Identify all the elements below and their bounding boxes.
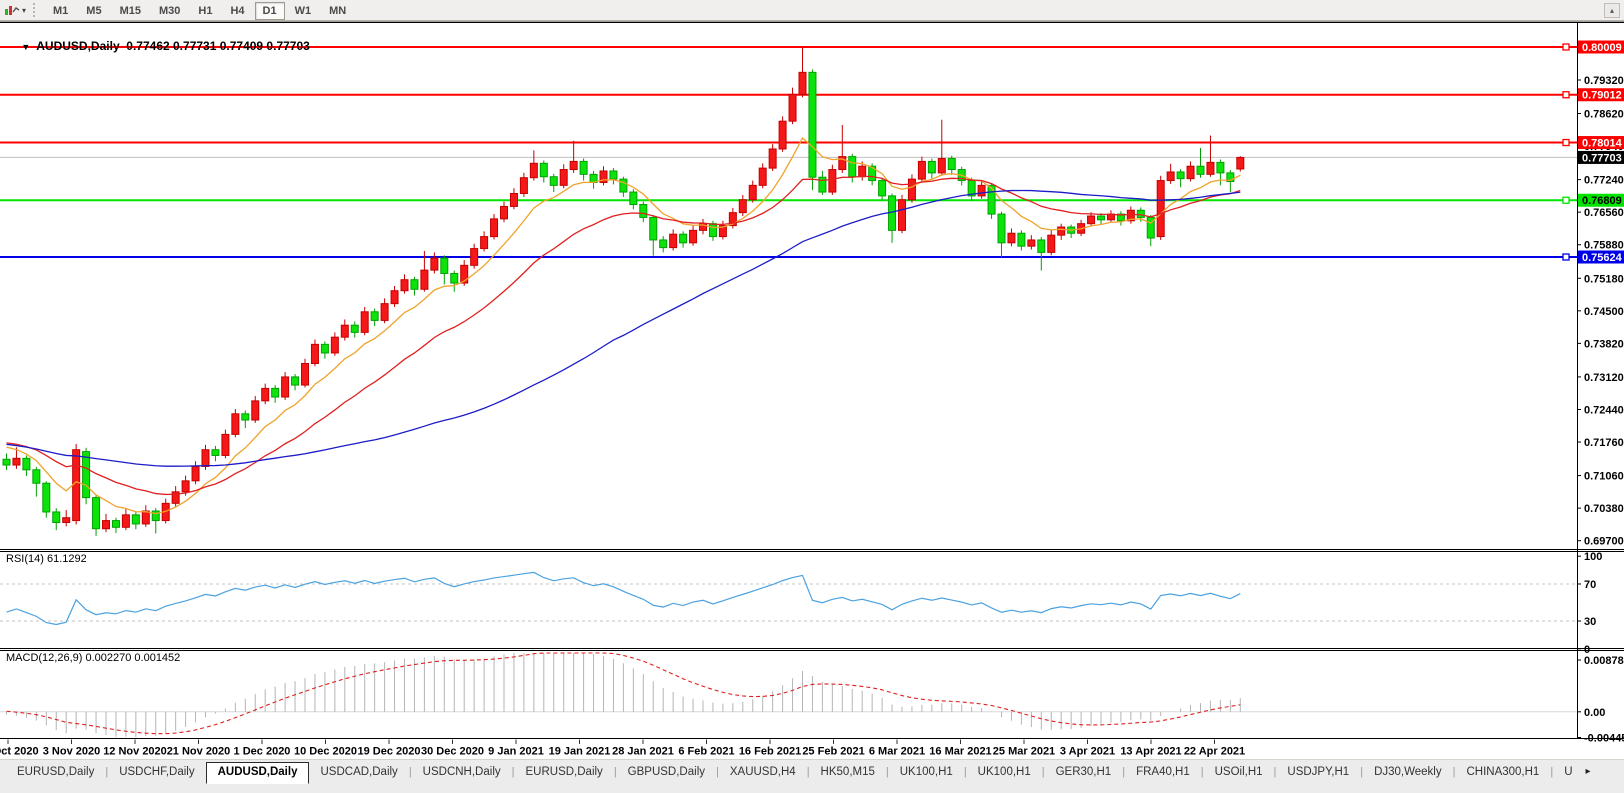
timeframe-buttons: M1M5M15M30H1H4D1W1MN — [44, 1, 355, 19]
price-axis-tick-label: 0.78620 — [1584, 109, 1624, 121]
date-axis-label: 25 Feb 2021 — [802, 746, 864, 758]
rsi-line — [7, 572, 1241, 624]
collapse-triangle-icon[interactable]: ▼ — [21, 42, 30, 52]
symbol-period-label: AUDUSD,Daily — [36, 39, 119, 53]
rsi-axis-tick-label: 0 — [1584, 644, 1590, 656]
moving-average-slow — [7, 191, 1241, 467]
timeframe-button-m1[interactable]: M1 — [45, 2, 76, 20]
date-axis-label: 24 Oct 2020 — [0, 746, 39, 758]
level-price-label: 0.78014 — [1582, 138, 1623, 150]
timeframe-button-d1[interactable]: D1 — [255, 2, 285, 20]
macd-axis-tick-label: 0.008782 — [1584, 655, 1624, 667]
tab-usdchf-daily[interactable]: USDCHF,Daily — [108, 762, 205, 783]
timeframe-button-w1[interactable]: W1 — [287, 2, 320, 20]
tab-usoil-h1[interactable]: USOil,H1 — [1204, 762, 1274, 783]
date-axis-label: 19 Dec 2020 — [358, 746, 421, 758]
level-price-label: 0.80009 — [1582, 42, 1622, 54]
level-line-handle[interactable] — [1563, 92, 1569, 98]
trading-platform-window: ▾ M1M5M15M30H1H4D1W1MN ▴ 0.79320 0.78620 0… — [0, 0, 1624, 793]
tab-eurusd-daily[interactable]: EURUSD,Daily — [514, 762, 613, 783]
timeframe-toolbar: ▾ M1M5M15M30H1H4D1W1MN ▴ — [0, 0, 1624, 21]
rsi-axis-tick-label: 30 — [1584, 616, 1596, 628]
timeframe-button-m15[interactable]: M15 — [112, 2, 149, 20]
rsi-axis-tick-label: 100 — [1584, 551, 1602, 563]
date-axis-label: 16 Feb 2021 — [739, 746, 801, 758]
timeframe-button-h4[interactable]: H4 — [222, 2, 252, 20]
timeframe-button-mn[interactable]: MN — [321, 2, 354, 20]
price-axis-tick-label: 0.77240 — [1584, 175, 1624, 187]
toolbar-overflow-button[interactable]: ▴ — [1604, 3, 1620, 18]
tab-usdjpy-h1[interactable]: USDJPY,H1 — [1276, 762, 1360, 783]
macd-indicator-label: MACD(12,26,9) 0.002270 0.001452 — [6, 652, 180, 664]
tab-gbpusd-daily[interactable]: GBPUSD,Daily — [617, 762, 716, 783]
level-line-handle[interactable] — [1563, 44, 1569, 50]
candlesticks-layer — [3, 47, 1244, 536]
rsi-axis-tick-label: 70 — [1584, 579, 1596, 591]
tab-usdcnh-daily[interactable]: USDCNH,Daily — [412, 762, 512, 783]
tab-uk100-h1[interactable]: UK100,H1 — [889, 762, 964, 783]
rsi-indicator-label: RSI(14) 61.1292 — [6, 553, 87, 565]
date-axis-label: 3 Apr 2021 — [1060, 746, 1115, 758]
ohlc-values: 0.77462 0.77731 0.77409 0.77703 — [126, 39, 310, 53]
date-axis-label: 28 Jan 2021 — [612, 746, 674, 758]
date-axis-label: 1 Dec 2020 — [234, 746, 291, 758]
date-axis-label: 19 Jan 2021 — [549, 746, 611, 758]
chart-area[interactable]: 0.793200.786200.779400.772400.765600.758… — [0, 21, 1624, 759]
tab-uk100-h1[interactable]: UK100,H1 — [967, 762, 1042, 783]
price-axis-tick-label: 0.75880 — [1584, 240, 1624, 252]
price-axis-tick-label: 0.69700 — [1584, 536, 1624, 548]
date-axis-label: 13 Apr 2021 — [1120, 746, 1181, 758]
chart-cursor-icon[interactable] — [3, 2, 21, 18]
price-axis-tick-label: 0.72440 — [1584, 404, 1624, 416]
price-axis-tick-label: 0.74500 — [1584, 306, 1624, 318]
date-axis-label: 9 Jan 2021 — [488, 746, 544, 758]
tab-xauusd-h4[interactable]: XAUUSD,H4 — [719, 762, 807, 783]
tab-dj30-weekly[interactable]: DJ30,Weekly — [1363, 762, 1453, 783]
price-axis-tick-label: 0.70380 — [1584, 503, 1624, 515]
date-axis-label: 22 Apr 2021 — [1184, 746, 1245, 758]
tab-scroll-right-icon[interactable]: ▸ — [1586, 762, 1591, 777]
date-axis-label: 25 Mar 2021 — [993, 746, 1055, 758]
date-axis-label: 30 Dec 2020 — [421, 746, 484, 758]
price-axis-tick-label: 0.75180 — [1584, 273, 1624, 285]
level-price-label: 0.76809 — [1582, 195, 1622, 207]
macd-axis-tick-label: 0.00 — [1584, 707, 1605, 719]
date-axis-label: 6 Feb 2021 — [678, 746, 734, 758]
date-axis-label: 3 Nov 2020 — [43, 746, 100, 758]
tab-hk50-m15[interactable]: HK50,M15 — [810, 762, 886, 783]
date-axis-label: 6 Mar 2021 — [869, 746, 925, 758]
timeframe-button-h1[interactable]: H1 — [190, 2, 220, 20]
tab-u[interactable]: U — [1553, 762, 1583, 783]
price-axis-tick-label: 0.76560 — [1584, 207, 1624, 219]
tab-audusd-daily[interactable]: AUDUSD,Daily — [206, 762, 310, 784]
tab-ger30-h1[interactable]: GER30,H1 — [1045, 762, 1123, 783]
price-axis-tick-label: 0.73820 — [1584, 338, 1624, 350]
timeframe-button-m5[interactable]: M5 — [78, 2, 109, 20]
current-price-label: 0.77703 — [1582, 152, 1622, 164]
date-axis-label: 12 Nov 2020 — [103, 746, 167, 758]
macd-axis-tick-label: -0.004451 — [1584, 733, 1624, 745]
chevron-down-icon[interactable]: ▾ — [22, 6, 26, 15]
timeframe-button-m30[interactable]: M30 — [151, 2, 188, 20]
level-line-handle[interactable] — [1563, 254, 1569, 260]
level-price-label: 0.75624 — [1582, 252, 1623, 264]
date-axis-label: 16 Mar 2021 — [929, 746, 991, 758]
price-axis-tick-label: 0.79320 — [1584, 75, 1624, 87]
tab-eurusd-daily[interactable]: EURUSD,Daily — [6, 762, 105, 783]
tab-china300-h1[interactable]: CHINA300,H1 — [1455, 762, 1550, 783]
macd-histogram-layer — [7, 653, 1241, 737]
price-axis-tick-label: 0.71760 — [1584, 437, 1624, 449]
tab-usdcad-daily[interactable]: USDCAD,Daily — [309, 762, 408, 783]
price-axis-tick-label: 0.73120 — [1584, 372, 1624, 384]
chart-ohlc-title: ▼ AUDUSD,Daily 0.77462 0.77731 0.77409 0.… — [8, 25, 310, 67]
date-axis-label: 10 Dec 2020 — [294, 746, 357, 758]
date-axis-label: 21 Nov 2020 — [167, 746, 231, 758]
tab-fra40-h1[interactable]: FRA40,H1 — [1125, 762, 1201, 783]
price-axis-tick-label: 0.71060 — [1584, 471, 1624, 483]
level-line-handle[interactable] — [1563, 197, 1569, 203]
level-line-handle[interactable] — [1563, 140, 1569, 146]
chart-tab-bar: EURUSD,Daily|USDCHF,DailyAUDUSD,DailyUSD… — [0, 759, 1624, 793]
toolbar-grip[interactable] — [33, 3, 38, 17]
level-price-label: 0.79012 — [1582, 90, 1622, 102]
